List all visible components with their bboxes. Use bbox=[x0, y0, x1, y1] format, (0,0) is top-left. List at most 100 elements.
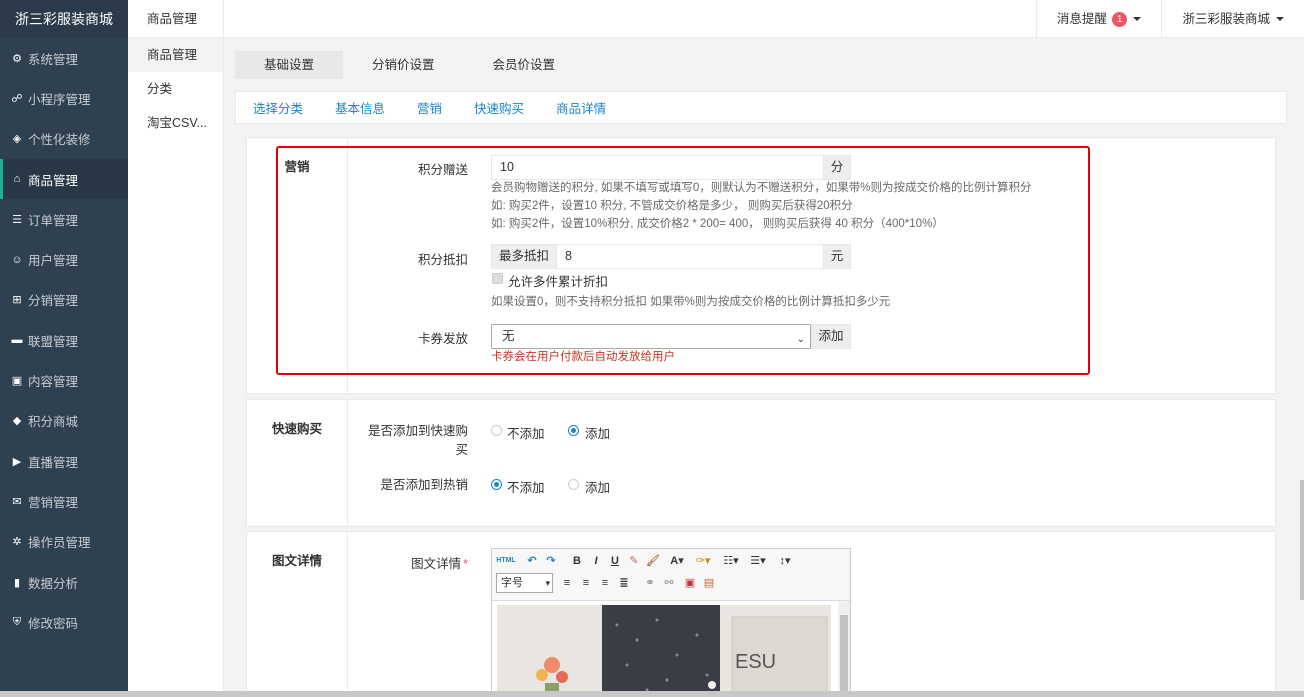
quickbuy-panel: 快速购买 bbox=[246, 399, 1276, 527]
user-icon: ☺ bbox=[11, 253, 23, 266]
align-left-icon[interactable]: ≡ bbox=[559, 575, 575, 591]
anchor-marketing[interactable]: 营销 bbox=[417, 98, 442, 117]
detail-title: 图文详情 bbox=[271, 554, 322, 568]
sidebar-item-products[interactable]: ⌂ 商品管理 bbox=[0, 158, 128, 200]
messages-dropdown[interactable]: 消息提醒 1 bbox=[1035, 0, 1162, 38]
eraser-icon[interactable]: ✎ bbox=[626, 553, 642, 569]
sitemap-icon: ⊞ bbox=[12, 294, 22, 307]
editor-content-image[interactable]: ESU bbox=[497, 605, 831, 697]
page-scrollbar[interactable] bbox=[1300, 480, 1304, 600]
cog-icon: ✲ bbox=[12, 536, 22, 549]
sidebar-item-system[interactable]: ⚙ 系统管理 bbox=[0, 38, 128, 78]
hotsale-yes-radio[interactable] bbox=[568, 479, 579, 490]
product-photo bbox=[497, 605, 831, 697]
editor-toolbar: HTML ↶ ↷ B I U ✎ 🖌 A▾ ✑▾ ☷▾ ☰▾ ↕▾ 字号 ▾ ≡ … bbox=[492, 549, 850, 601]
points-help-3: 如: 购买2件，设置10%积分, 成交价格2 * 200= 400， 则购买后获… bbox=[491, 218, 944, 230]
rich-text-editor: HTML ↶ ↷ B I U ✎ 🖌 A▾ ✑▾ ☷▾ ☰▾ ↕▾ 字号 ▾ ≡ … bbox=[491, 548, 851, 697]
align-justify-icon[interactable]: ≣ bbox=[616, 575, 632, 591]
highlight-color-icon[interactable]: ✑▾ bbox=[692, 553, 714, 569]
align-right-icon[interactable]: ≡ bbox=[597, 575, 613, 591]
sidebar-item-alliance[interactable]: ▬ 联盟管理 bbox=[0, 320, 128, 360]
subnav-item-products[interactable]: 商品管理 bbox=[128, 38, 223, 72]
quickbuy-no-label: 不添加 bbox=[507, 427, 545, 441]
unlink-icon[interactable]: ⚯ bbox=[661, 575, 677, 591]
list-icon: ☰ bbox=[12, 213, 22, 226]
bar-chart-icon: ▮ bbox=[13, 576, 21, 589]
sidebar-item-points-mall[interactable]: ◆ 积分商城 bbox=[0, 401, 128, 441]
link-icon[interactable]: ⚭ bbox=[642, 575, 658, 591]
html-source-icon[interactable]: HTML bbox=[496, 553, 516, 569]
editor-scrollbar[interactable] bbox=[838, 601, 850, 696]
sidebar-item-marketing[interactable]: ✉ 营销管理 bbox=[0, 481, 128, 521]
redo-icon[interactable]: ↷ bbox=[543, 553, 559, 569]
gear-icon: ⚙ bbox=[12, 52, 22, 65]
tab-basic-settings[interactable]: 基础设置 bbox=[235, 51, 344, 79]
format-brush-icon[interactable]: 🖌 bbox=[645, 553, 661, 569]
link-icon: ☍ bbox=[11, 92, 23, 105]
message-count-badge: 1 bbox=[1111, 11, 1128, 27]
tab-member-price[interactable]: 会员价设置 bbox=[464, 51, 585, 79]
coupon-label: 卡券发放 bbox=[417, 332, 468, 346]
sidebar-item-orders[interactable]: ☰ 订单管理 bbox=[0, 199, 128, 239]
coupon-select[interactable]: 无 ⌄ bbox=[491, 324, 811, 349]
quickbuy-yes-radio[interactable] bbox=[568, 425, 579, 436]
undo-icon[interactable]: ↶ bbox=[524, 553, 540, 569]
caret-down-icon bbox=[1276, 17, 1284, 21]
gift-icon: ✉ bbox=[12, 495, 22, 508]
shield-icon: ⛨ bbox=[12, 615, 22, 628]
bold-icon[interactable]: B bbox=[569, 553, 585, 569]
unordered-list-icon[interactable]: ☰▾ bbox=[747, 553, 769, 569]
points-gift-unit: 分 bbox=[823, 155, 851, 180]
underline-icon[interactable]: U bbox=[607, 553, 623, 569]
shop-dropdown[interactable]: 浙三彩服装商城 bbox=[1161, 0, 1304, 38]
required-mark: * bbox=[463, 557, 468, 571]
sidebar-item-users[interactable]: ☺ 用户管理 bbox=[0, 239, 128, 279]
section-anchor-tabs: 选择分类 基本信息 营销 快速购买 商品详情 bbox=[235, 91, 1287, 124]
sidebar-item-distribution[interactable]: ⊞ 分销管理 bbox=[0, 280, 128, 320]
sidebar-item-decoration[interactable]: ◈ 个性化装修 bbox=[0, 119, 128, 159]
quickbuy-question-1: 是否添加到快速购 买 bbox=[367, 424, 468, 457]
sidebar-item-live[interactable]: ▶ 直播管理 bbox=[0, 441, 128, 481]
sidebar-item-content[interactable]: ▣ 内容管理 bbox=[0, 360, 128, 400]
points-deduct-input[interactable]: 8 bbox=[556, 244, 824, 269]
points-gift-label: 积分赠送 bbox=[417, 163, 468, 177]
tab-distribution-price[interactable]: 分销价设置 bbox=[343, 51, 464, 79]
image-text: ESU bbox=[735, 651, 777, 673]
align-center-icon[interactable]: ≡ bbox=[578, 575, 594, 591]
points-gift-input[interactable]: 10 bbox=[491, 155, 824, 180]
subnav-item-taobao-csv[interactable]: 淘宝CSV... bbox=[128, 106, 223, 140]
subnav-item-category[interactable]: 分类 bbox=[128, 72, 223, 106]
points-deduct-label: 积分抵扣 bbox=[417, 253, 468, 267]
anchor-product-detail[interactable]: 商品详情 bbox=[556, 98, 606, 117]
anchor-quick-buy[interactable]: 快速购买 bbox=[474, 98, 524, 117]
multi-image-icon[interactable]: ▤ bbox=[701, 575, 717, 591]
coupon-help: 卡券会在用户付款后自动发放给用户 bbox=[491, 351, 675, 363]
image-icon[interactable]: ▣ bbox=[682, 575, 698, 591]
sidebar-item-miniprogram[interactable]: ☍ 小程序管理 bbox=[0, 78, 128, 118]
sidebar-menu: ⚙ 系统管理 ☍ 小程序管理 ◈ 个性化装修 ⌂ 商品管理 ☰ 订单管理 ☺ 用户管理 ⊞ 分… bbox=[0, 38, 128, 642]
wallet-icon: ▬ bbox=[11, 334, 23, 347]
anchor-select-category[interactable]: 选择分类 bbox=[253, 98, 303, 117]
quickbuy-title: 快速购买 bbox=[271, 422, 322, 436]
content-icon: ▣ bbox=[11, 375, 23, 388]
points-help-2: 如: 购买2件，设置10 积分, 不管成交价格是多少， 则购买后获得20积分 bbox=[491, 200, 853, 212]
hotsale-no-radio[interactable] bbox=[491, 479, 502, 490]
brand-title: 浙三彩服装商城 bbox=[0, 0, 128, 38]
diamond-icon: ◈ bbox=[12, 133, 22, 146]
sidebar-item-operators[interactable]: ✲ 操作员管理 bbox=[0, 522, 128, 562]
ordered-list-icon[interactable]: ☷▾ bbox=[720, 553, 742, 569]
italic-icon[interactable]: I bbox=[588, 553, 604, 569]
quickbuy-no-radio[interactable] bbox=[491, 425, 502, 436]
anchor-basic-info[interactable]: 基本信息 bbox=[335, 98, 385, 117]
sidebar-item-password[interactable]: ⛨ 修改密码 bbox=[0, 602, 128, 642]
font-size-select[interactable]: 字号 ▾ bbox=[496, 573, 553, 593]
font-color-icon[interactable]: A▾ bbox=[666, 553, 688, 569]
coupon-add-button[interactable]: 添加 bbox=[811, 324, 851, 349]
subnav-title: 商品管理 bbox=[128, 0, 223, 38]
hotsale-no-label: 不添加 bbox=[507, 481, 545, 495]
allow-multi-discount-checkbox[interactable] bbox=[492, 273, 503, 284]
horizontal-scrollbar[interactable] bbox=[0, 691, 1304, 697]
sidebar: 浙三彩服装商城 ⚙ 系统管理 ☍ 小程序管理 ◈ 个性化装修 ⌂ 商品管理 ☰ 订单管理 … bbox=[0, 0, 128, 697]
line-height-icon[interactable]: ↕▾ bbox=[774, 553, 796, 569]
sidebar-item-analytics[interactable]: ▮ 数据分析 bbox=[0, 562, 128, 602]
